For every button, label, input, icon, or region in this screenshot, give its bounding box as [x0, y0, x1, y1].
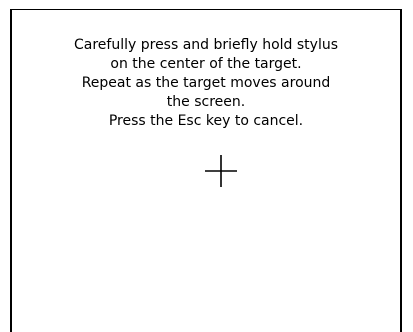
- calibration-frame: Carefully press and briefly hold stylus …: [10, 9, 402, 332]
- instruction-line: Press the Esc key to cancel.: [108, 113, 304, 129]
- crosshair-svg: [205, 155, 237, 187]
- instruction-line: the screen.: [166, 94, 246, 110]
- instruction-line: Repeat as the target moves around: [81, 75, 331, 91]
- crosshair-target-icon[interactable]: [205, 155, 237, 187]
- instruction-line: on the center of the target.: [110, 56, 302, 72]
- instruction-line: Carefully press and briefly hold stylus: [74, 37, 338, 53]
- calibration-screen[interactable]: Carefully press and briefly hold stylus …: [0, 0, 413, 332]
- calibration-instructions: Carefully press and briefly hold stylus …: [12, 36, 400, 131]
